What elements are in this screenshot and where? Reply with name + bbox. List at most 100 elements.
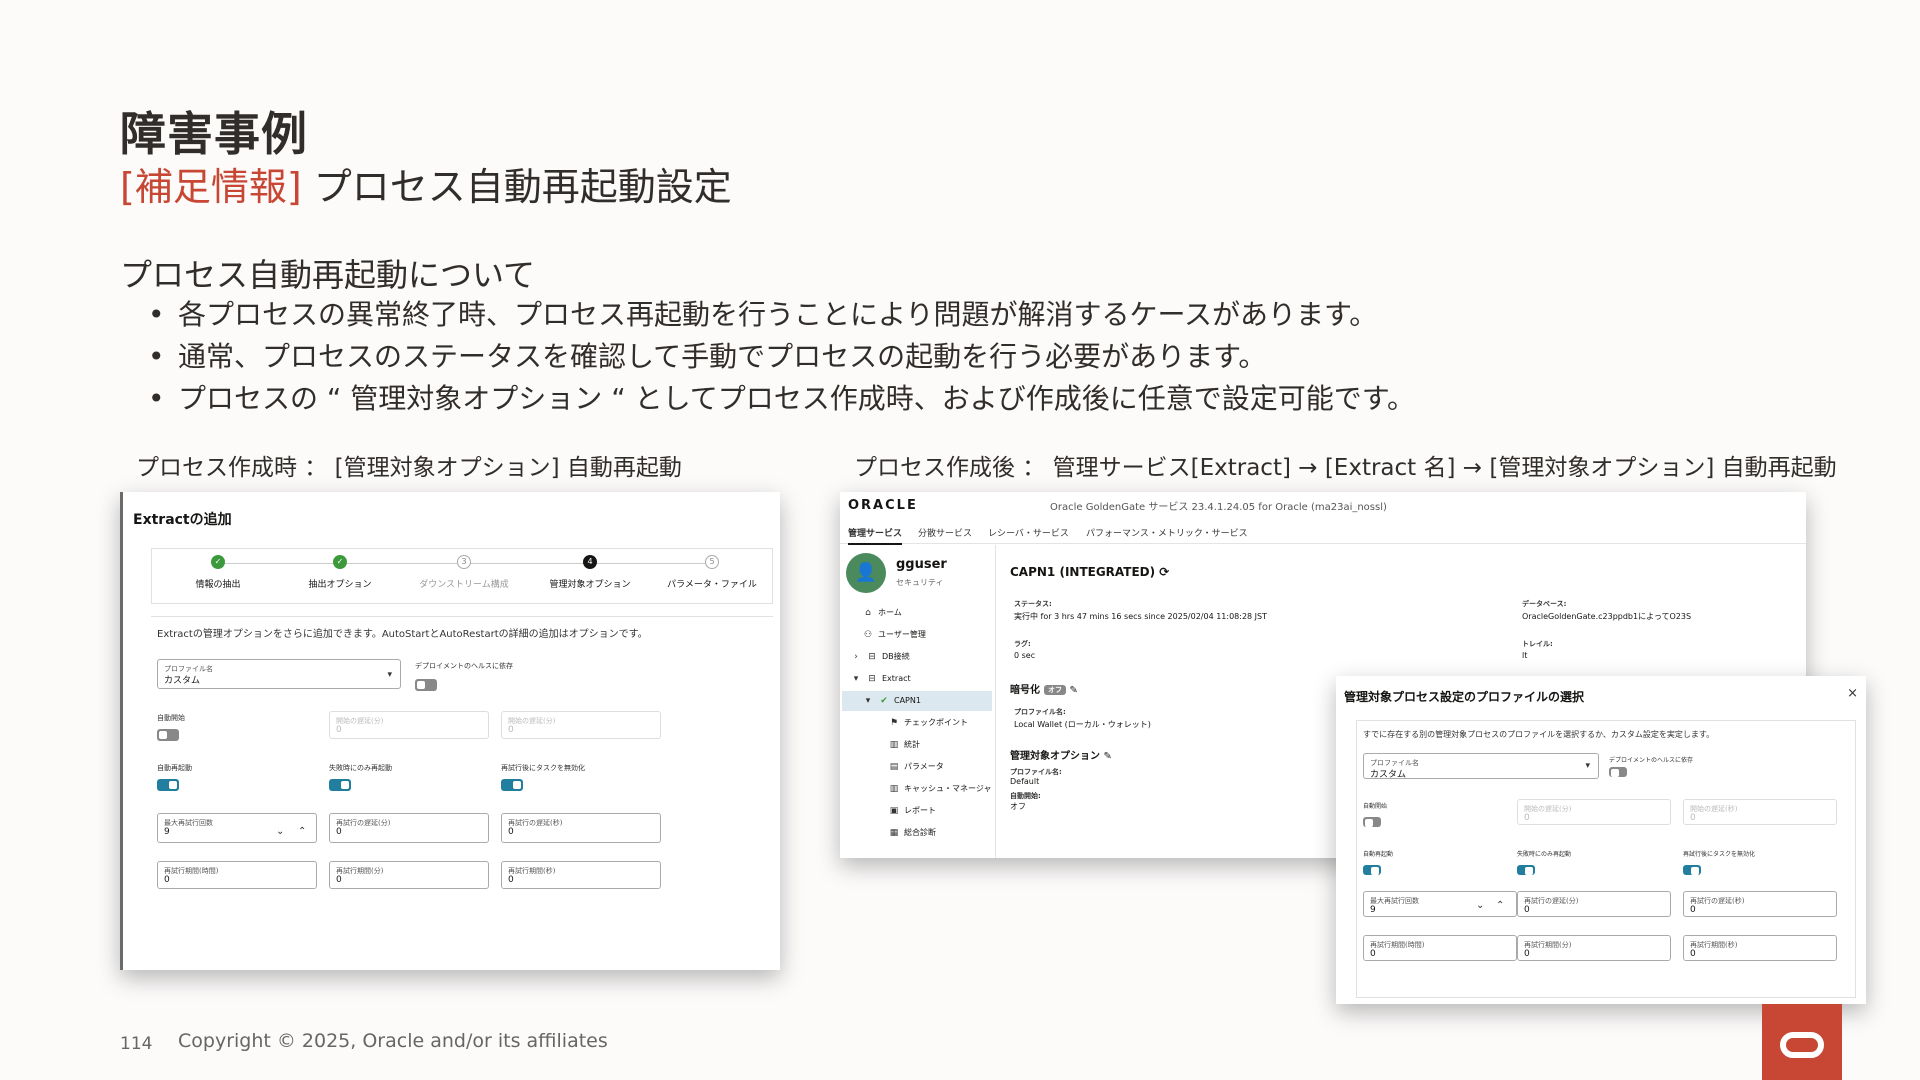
caption-left: プロセス作成時 ： [管理対象オプション] 自動再起動 <box>136 455 682 481</box>
wizard-step-4[interactable]: 4 管理対象オプション <box>530 555 650 590</box>
field-label: 再試行の遅延(分) <box>336 819 391 827</box>
start-delay-min-field[interactable]: 開始の遅延(分) 0 <box>1517 799 1671 825</box>
start-delay-sec-field[interactable]: 開始の遅延(秒) 0 <box>1683 799 1837 825</box>
retry-window-min-field[interactable]: 再試行期間(分) 0 <box>329 861 489 889</box>
wizard-step-1[interactable]: ✓ 情報の抽出 <box>158 555 278 590</box>
auto-start-toggle[interactable] <box>157 729 179 741</box>
disable-task-toggle[interactable] <box>1683 865 1701 875</box>
sidebar-item-statistics[interactable]: ▥ 統計 <box>842 735 992 755</box>
wizard-step-5[interactable]: 5 パラメータ・ファイル <box>652 555 772 590</box>
checkpoint-icon: ⚑ <box>889 718 899 728</box>
field-label: 再試行の遅延(秒) <box>508 819 563 827</box>
profile-select[interactable]: プロファイル名 カスタム ▾ <box>157 659 401 689</box>
restart-failure-only-toggle[interactable] <box>1517 865 1535 875</box>
sidebar-item-label: パラメータ <box>904 762 944 771</box>
restart-failure-only-toggle[interactable] <box>329 779 351 791</box>
encryption-heading: 暗号化 オフ ✎ <box>1010 681 1078 696</box>
field-value: 9 <box>164 827 170 837</box>
slide-title: 障害事例 <box>120 107 308 161</box>
edit-icon[interactable]: ✎ <box>1103 751 1111 762</box>
tab-admin-service[interactable]: 管理サービス <box>848 526 903 545</box>
sidebar-item-label: キャッシュ・マネージャ <box>904 784 992 793</box>
tab-receiver-service[interactable]: レシーバ・サービス <box>988 526 1069 539</box>
chevron-down-icon: ▾ <box>853 674 859 684</box>
disable-task-toggle[interactable] <box>501 779 523 791</box>
chevron-up-icon[interactable]: ⌃ <box>298 826 306 837</box>
disable-task-label: 再試行後にタスクを無効化 <box>1683 851 1756 858</box>
user-name: gguser <box>896 557 947 572</box>
sidebar-item-report[interactable]: ▣ レポート <box>842 801 992 821</box>
retry-window-min-field[interactable]: 再試行期間(分) 0 <box>1517 935 1671 961</box>
bullet-item: 通常、プロセスのステータスを確認して手動でプロセスの起動を行う必要があります。 <box>148 336 1415 378</box>
field-value: 9 <box>1370 905 1376 915</box>
field-value: カスタム <box>1370 770 1407 780</box>
retry-delay-sec-field[interactable]: 再試行の遅延(秒) 0 <box>501 813 661 843</box>
deploy-health-toggle[interactable] <box>1609 767 1627 777</box>
sidebar-item-label: DB接続 <box>882 652 910 661</box>
wizard-stepper: ✓ 情報の抽出 ✓ 抽出オプション 3 ダウンストリーム構成 4 管理対象オプション 5… <box>151 548 773 604</box>
start-delay-sec-field[interactable]: 開始の遅延(分) 0 <box>501 711 661 739</box>
sidebar-item-label: チェックポイント <box>904 718 968 727</box>
field-value: 0 <box>336 875 342 885</box>
max-retries-stepper[interactable]: 最大再試行回数 9 ⌄ ⌃ <box>157 813 317 843</box>
profile-select[interactable]: プロファイル名 カスタム ▾ <box>1363 753 1599 780</box>
chevron-down-icon[interactable]: ⌄ <box>1476 900 1484 911</box>
retry-window-hours-field[interactable]: 再試行期間(時間) 0 <box>157 861 317 889</box>
field-label: 開始の遅延(秒) <box>1690 805 1738 813</box>
sidebar-item-cache-manager[interactable]: ▥ キャッシュ・マネージャ <box>842 779 992 799</box>
field-value: 0 <box>508 725 514 735</box>
field-label: 再試行期間(秒) <box>508 867 556 875</box>
sidebar-item-db-connections[interactable]: › ⊟ DB接続 <box>842 647 992 667</box>
sidebar-item-checkpoint[interactable]: ⚑ チェックポイント <box>842 713 992 733</box>
sidebar-item-diagnostics[interactable]: ▦ 総合診断 <box>842 823 992 843</box>
retry-window-sec-field[interactable]: 再試行期間(秒) 0 <box>501 861 661 889</box>
retry-delay-min-field[interactable]: 再試行の遅延(分) 0 <box>1517 891 1671 917</box>
wizard-title: Extractの追加 <box>133 512 232 528</box>
tab-distribution-service[interactable]: 分散サービス <box>918 526 972 539</box>
wizard-step-3[interactable]: 3 ダウンストリーム構成 <box>404 555 524 590</box>
sidebar-item-users[interactable]: ⚇ ユーザー管理 <box>842 625 992 645</box>
retry-window-hours-field[interactable]: 再試行期間(時間) 0 <box>1363 935 1517 961</box>
retry-delay-sec-field[interactable]: 再試行の遅延(秒) 0 <box>1683 891 1837 917</box>
step-label: 管理対象オプション <box>549 580 631 590</box>
field-value: 0 <box>1690 905 1696 915</box>
step-label: 抽出オプション <box>308 580 372 590</box>
field-value: 0 <box>1690 813 1696 823</box>
restart-failure-only-label: 失敗時にのみ再起動 <box>1517 851 1572 858</box>
tab-performance-service[interactable]: パフォーマンス・メトリック・サービス <box>1086 526 1248 539</box>
edit-icon[interactable]: ✎ <box>1069 685 1077 696</box>
managed-profile-value: Default <box>1010 777 1040 786</box>
chevron-down-icon[interactable]: ⌄ <box>276 826 284 837</box>
oracle-ring-icon <box>1780 1032 1824 1058</box>
max-retries-stepper[interactable]: 最大再試行回数 9 ⌄ ⌃ <box>1363 891 1517 917</box>
auto-restart-label: 自動再起動 <box>157 764 192 772</box>
sidebar-item-capn1[interactable]: ▾ ✔ CAPN1 <box>842 691 992 711</box>
field-value: 0 <box>1524 905 1530 915</box>
close-icon[interactable]: × <box>1847 686 1858 701</box>
deploy-health-toggle[interactable] <box>415 679 437 691</box>
page-number: 114 <box>120 1034 153 1054</box>
sidebar-item-label: ホーム <box>878 608 902 617</box>
sidebar-item-home[interactable]: ⌂ ホーム <box>842 603 992 623</box>
bullet-item: 各プロセスの異常終了時、プロセス再起動を行うことにより問題が解消するケースがあり… <box>148 294 1415 336</box>
field-label: 再試行期間(時間) <box>1370 941 1425 949</box>
field-value: 0 <box>1690 949 1696 959</box>
step-label: 情報の抽出 <box>195 580 241 590</box>
trail-key: トレイル: <box>1522 640 1553 648</box>
dialog-title: 管理対象プロセス設定のプロファイルの選択 <box>1344 690 1585 704</box>
auto-start-toggle[interactable] <box>1363 817 1381 827</box>
auto-restart-toggle[interactable] <box>1363 865 1381 875</box>
field-label: 開始の遅延(分) <box>508 717 556 725</box>
wizard-step-2[interactable]: ✓ 抽出オプション <box>280 555 400 590</box>
process-title: CAPN1 (INTEGRATED) ⟳ <box>1010 565 1170 579</box>
retry-window-sec-field[interactable]: 再試行期間(秒) 0 <box>1683 935 1837 961</box>
user-role: セキュリティ <box>896 578 944 587</box>
field-label: 再試行の遅延(分) <box>1524 897 1579 905</box>
field-value: カスタム <box>164 676 201 686</box>
auto-restart-toggle[interactable] <box>157 779 179 791</box>
sidebar-item-parameters[interactable]: ▤ パラメータ <box>842 757 992 777</box>
chevron-up-icon[interactable]: ⌃ <box>1496 900 1504 911</box>
start-delay-min-field[interactable]: 開始の遅延(分) 0 <box>329 711 489 739</box>
retry-delay-min-field[interactable]: 再試行の遅延(分) 0 <box>329 813 489 843</box>
sidebar-item-extract[interactable]: ▾ ⊟ Extract <box>842 669 992 689</box>
